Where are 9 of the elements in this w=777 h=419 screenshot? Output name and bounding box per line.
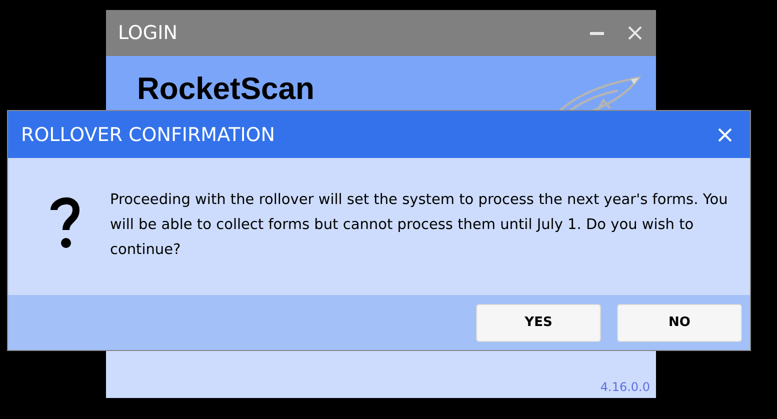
close-icon[interactable]	[628, 26, 642, 40]
dialog-message: Proceeding with the rollover will set the system to process the next year's forms. You will be able to collect forms but cannot process them until July 1. Do you wish to continue?	[110, 191, 729, 260]
question-icon	[50, 196, 80, 250]
window-title: LOGIN	[118, 22, 178, 44]
version-label: 4.16.0.0	[600, 380, 650, 394]
yes-button[interactable]: YES	[476, 304, 601, 342]
no-button[interactable]: NO	[617, 304, 742, 342]
dialog-title: ROLLOVER CONFIRMATION	[21, 124, 276, 146]
app-name: RocketScan	[137, 72, 314, 106]
